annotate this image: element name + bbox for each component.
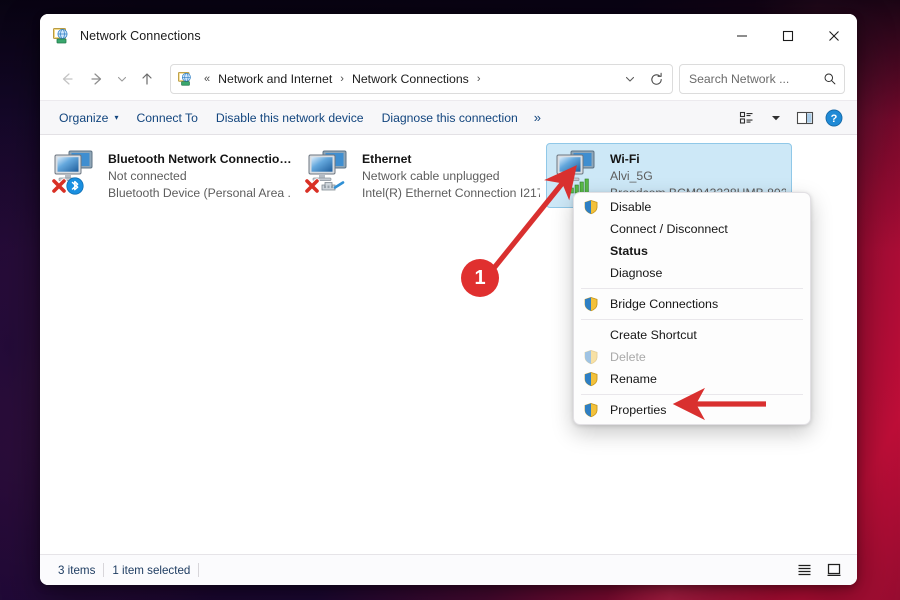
address-chevron-down-icon[interactable] [618, 67, 642, 91]
breadcrumb-overflow[interactable]: « [199, 73, 215, 85]
menu-item-properties[interactable]: Properties [574, 399, 810, 421]
diagnose-connection-button[interactable]: Diagnose this connection [373, 107, 527, 129]
help-icon[interactable]: ? [821, 106, 847, 130]
refresh-icon[interactable] [644, 67, 668, 91]
details-view-icon[interactable] [821, 559, 847, 581]
bluetooth-tile-text: Bluetooth Network Connection 2 Not conne… [108, 148, 292, 202]
item-count: 3 items [50, 564, 103, 577]
menu-item-label: Rename [610, 372, 657, 386]
tile-status: Network cable unplugged [362, 168, 540, 185]
menu-separator-3 [581, 394, 803, 395]
network-adapter-icon [51, 148, 103, 195]
shield-icon [583, 296, 599, 312]
breadcrumb-network-and-internet[interactable]: Network and Internet [215, 70, 335, 88]
breadcrumb-network-connections[interactable]: Network Connections [349, 70, 472, 88]
tile-name: Ethernet [362, 151, 540, 168]
menu-item-delete: Delete [574, 346, 810, 368]
desktop: Network Connections [0, 0, 900, 600]
tile-status: Not connected [108, 168, 292, 185]
command-bar: Organize ▾ Connect To Disable this netwo… [40, 100, 857, 135]
command-bar-right: ? [734, 106, 847, 130]
menu-item-label: Disable [610, 200, 651, 214]
shield-icon [583, 402, 599, 418]
bluetooth-connection-tile[interactable]: Bluetooth Network Connection 2 Not conne… [44, 143, 298, 208]
breadcrumb: « Network and Internet › Network Connect… [199, 70, 486, 88]
tile-name: Wi-Fi [610, 151, 786, 168]
bluetooth-icon [67, 178, 83, 194]
minimize-button[interactable] [719, 14, 765, 58]
menu-item-connect-disconnect[interactable]: Connect / Disconnect [574, 218, 810, 240]
menu-item-label: Delete [610, 350, 646, 364]
menu-item-status[interactable]: Status [574, 240, 810, 262]
list-view-icon[interactable] [791, 559, 817, 581]
menu-item-label: Diagnose [610, 266, 662, 280]
maximize-button[interactable] [765, 14, 811, 58]
ethernet-connection-tile[interactable]: Ethernet Network cable unplugged Intel(R… [298, 143, 546, 208]
connect-to-button[interactable]: Connect To [127, 107, 206, 129]
tile-name: Bluetooth Network Connection 2 [108, 151, 292, 168]
tile-device: Bluetooth Device (Personal Area ... [108, 185, 292, 202]
search-input[interactable]: Search Network ... [679, 64, 845, 94]
network-adapter-icon [305, 148, 357, 195]
organize-caret-down-icon: ▾ [114, 113, 118, 122]
disable-device-label: Disable this network device [216, 111, 364, 125]
menu-separator-2 [581, 319, 803, 320]
tile-device: Intel(R) Ethernet Connection I217-V [362, 185, 540, 202]
up-arrow-icon[interactable] [132, 65, 162, 93]
menu-item-label: Bridge Connections [610, 297, 718, 311]
menu-item-label: Status [610, 244, 648, 258]
shield-icon [583, 349, 599, 365]
menu-item-label: Create Shortcut [610, 328, 697, 342]
organize-label: Organize [59, 111, 108, 125]
breadcrumb-separator-2[interactable]: › [472, 73, 486, 85]
menu-item-diagnose[interactable]: Diagnose [574, 262, 810, 284]
close-button[interactable] [811, 14, 857, 58]
shield-icon [583, 199, 599, 215]
address-network-connections-icon [178, 72, 193, 87]
wifi-context-menu[interactable]: Disable Connect / Disconnect Status Diag… [573, 192, 811, 425]
network-connections-icon [53, 28, 70, 45]
navigation-toolbar: « Network and Internet › Network Connect… [40, 58, 857, 100]
tile-status: Alvi_5G [610, 168, 786, 185]
connect-to-label: Connect To [136, 111, 197, 125]
shield-icon [583, 371, 599, 387]
forward-arrow-icon[interactable] [82, 65, 112, 93]
command-overflow-button[interactable]: » [527, 106, 548, 129]
status-separator-2 [198, 563, 199, 577]
status-bar: 3 items 1 item selected [40, 554, 857, 585]
preview-pane-icon[interactable] [792, 106, 818, 130]
window-controls [719, 14, 857, 58]
change-view-icon[interactable] [734, 106, 760, 130]
menu-item-disable[interactable]: Disable [574, 196, 810, 218]
search-icon[interactable] [823, 72, 837, 86]
disable-network-device-button[interactable]: Disable this network device [207, 107, 373, 129]
recent-locations-chevron-down-icon[interactable] [112, 65, 132, 93]
wifi-signal-icon [570, 179, 588, 193]
menu-item-create-shortcut[interactable]: Create Shortcut [574, 324, 810, 346]
svg-text:?: ? [831, 113, 838, 125]
ethernet-tile-text: Ethernet Network cable unplugged Intel(R… [362, 148, 540, 202]
network-adapter-icon [553, 148, 605, 195]
address-bar-actions [618, 67, 668, 91]
title-bar[interactable]: Network Connections [40, 14, 857, 58]
menu-separator-1 [581, 288, 803, 289]
search-placeholder: Search Network ... [689, 72, 789, 86]
breadcrumb-separator-1[interactable]: › [335, 73, 349, 85]
selection-count: 1 item selected [104, 564, 198, 577]
menu-item-label: Connect / Disconnect [610, 222, 728, 236]
menu-item-rename[interactable]: Rename [574, 368, 810, 390]
window-title: Network Connections [80, 29, 201, 43]
annotation-badge-1: 1 [461, 259, 499, 297]
menu-item-label: Properties [610, 403, 666, 417]
address-bar[interactable]: « Network and Internet › Network Connect… [170, 64, 673, 94]
diagnose-connection-label: Diagnose this connection [382, 111, 518, 125]
organize-button[interactable]: Organize ▾ [50, 107, 127, 129]
back-arrow-icon[interactable] [52, 65, 82, 93]
view-caret-down-icon[interactable] [763, 106, 789, 130]
menu-item-bridge-connections[interactable]: Bridge Connections [574, 293, 810, 315]
view-toggle-group [791, 559, 847, 581]
ethernet-cable-icon [322, 183, 343, 191]
